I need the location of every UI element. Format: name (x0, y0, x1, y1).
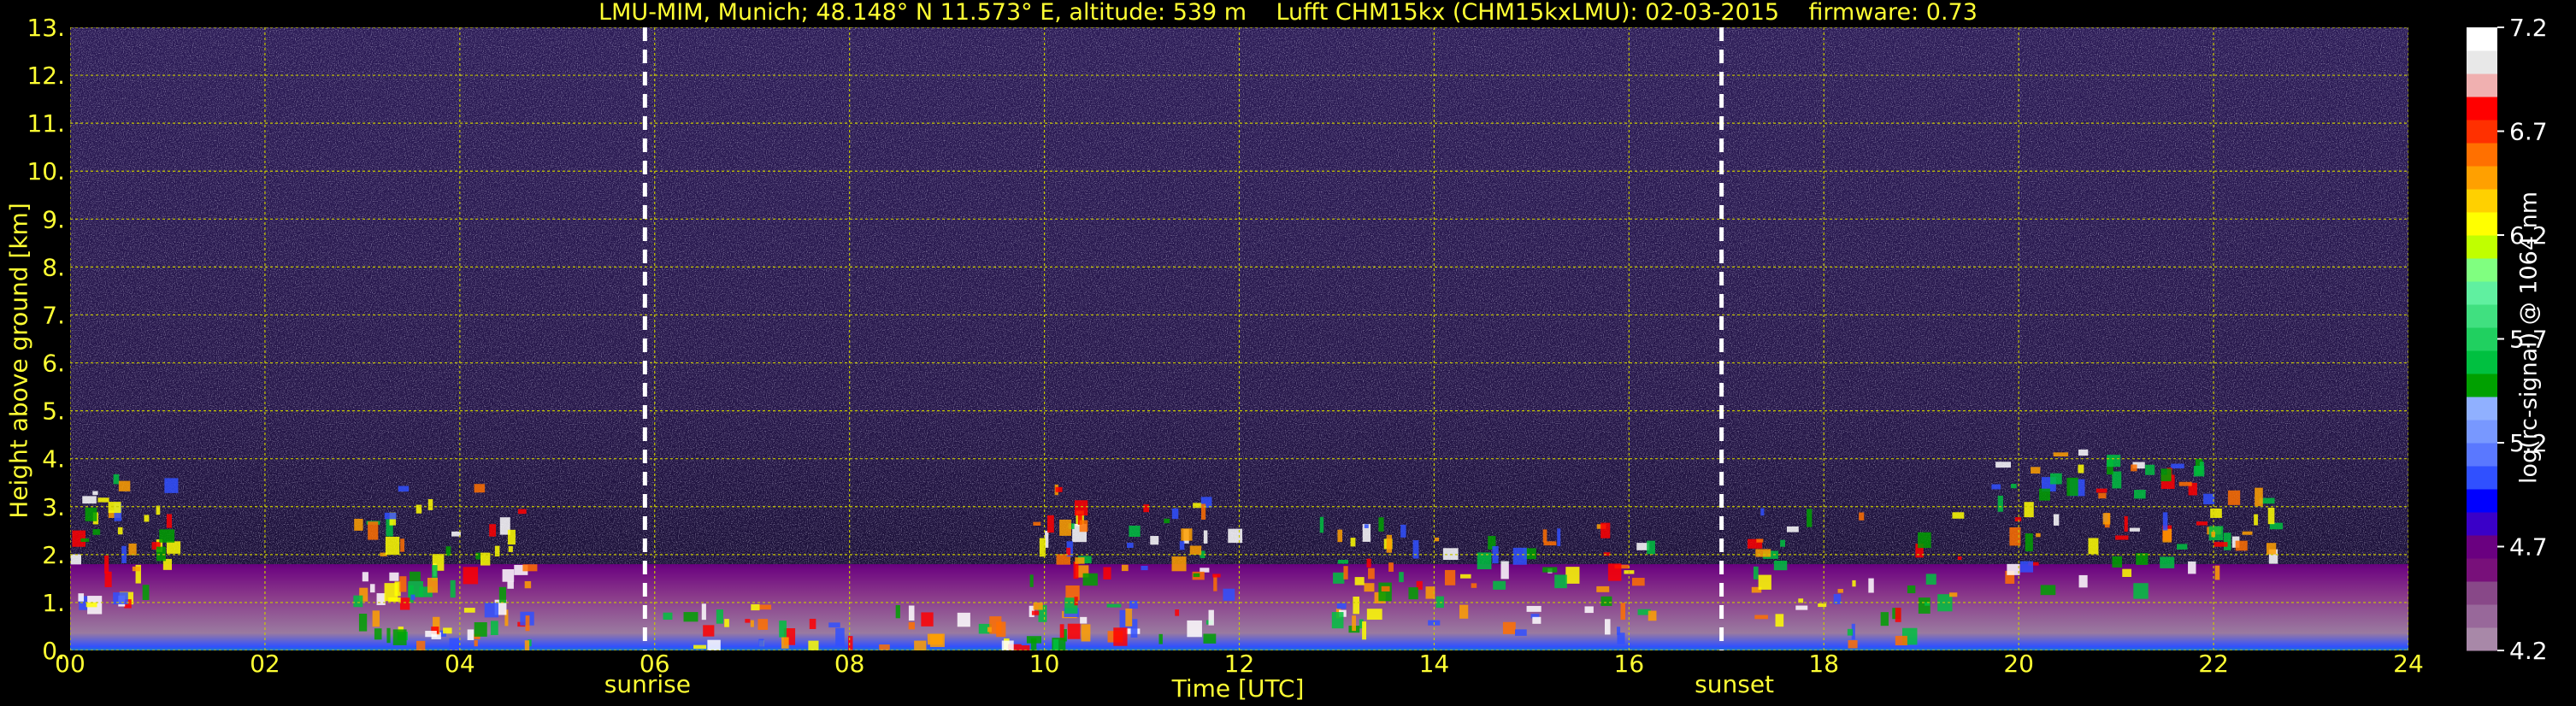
colorbar-segment (2467, 327, 2497, 351)
colorbar-segment (2467, 535, 2497, 559)
colorbar-segment (2467, 397, 2497, 421)
colorbar-segment (2467, 466, 2497, 490)
colorbar-segment (2467, 581, 2497, 605)
sunset-label: sunset (1695, 670, 1775, 698)
colorbar-segment (2467, 443, 2497, 467)
colorbar-segment (2467, 97, 2497, 121)
colorbar-segment (2467, 420, 2497, 444)
colorbar-segment (2467, 120, 2497, 144)
colorbar-segment (2467, 212, 2497, 236)
colorbar-segment (2467, 374, 2497, 397)
colorbar-segment (2467, 258, 2497, 282)
colorbar-segment (2467, 627, 2497, 651)
colorbar-segment (2467, 489, 2497, 513)
colorbar-tick-label: 4.7 (2509, 533, 2548, 562)
colorbar-segment (2467, 27, 2497, 51)
colorbar-label: log(rc-signal) @ 1064 nm (2515, 191, 2543, 485)
chart-title: LMU-MIM, Munich; 48.148° N 11.573° E, al… (598, 0, 1978, 26)
colorbar-segment (2467, 143, 2497, 167)
colorbar-segment (2467, 74, 2497, 97)
colorbar-segment (2467, 350, 2497, 374)
colorbar-segment (2467, 558, 2497, 582)
colorbar-tick-label: 4.2 (2509, 637, 2548, 665)
colorbar-segment (2467, 512, 2497, 536)
colorbar-segment (2467, 304, 2497, 328)
x-axis-label: Time [UTC] (1171, 674, 1305, 703)
colorbar-segment (2467, 604, 2497, 628)
colorbar-segment (2467, 50, 2497, 74)
sunrise-label: sunrise (604, 670, 691, 698)
colorbar-segment (2467, 166, 2497, 190)
y-axis-label: Height above ground [km] (4, 203, 33, 519)
colorbar-segment (2467, 235, 2497, 259)
colorbar-tick-label: 6.7 (2509, 118, 2548, 146)
colorbar-segment (2467, 281, 2497, 305)
colorbar: 4.24.75.25.76.26.77.2 (2467, 14, 2548, 665)
colorbar-segment (2467, 189, 2497, 213)
